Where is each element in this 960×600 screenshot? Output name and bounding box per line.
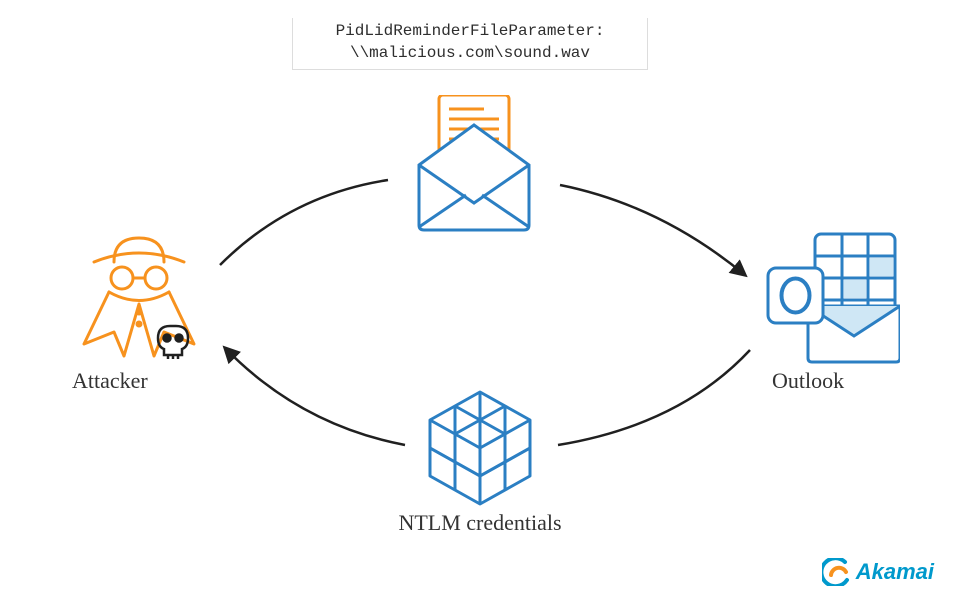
- brand-swirl-icon: [822, 558, 850, 586]
- outlook-label: Outlook: [772, 368, 844, 394]
- skull-icon: [158, 326, 188, 359]
- envelope-icon: [419, 125, 529, 230]
- param-line-1: PidLidReminderFileParameter:: [293, 20, 647, 42]
- param-callout-box: PidLidReminderFileParameter: \\malicious…: [292, 18, 648, 70]
- brand-logo: Akamai: [822, 558, 934, 586]
- param-line-2: \\malicious.com\sound.wav: [293, 42, 647, 64]
- malicious-email-icon: [404, 95, 544, 235]
- ntlm-cube-icon: [420, 386, 540, 506]
- outlook-icon: [760, 228, 900, 368]
- attacker-label: Attacker: [72, 368, 148, 394]
- ntlm-label: NTLM credentials: [370, 510, 590, 536]
- brand-name: Akamai: [856, 559, 934, 585]
- attacker-icon: [74, 234, 204, 364]
